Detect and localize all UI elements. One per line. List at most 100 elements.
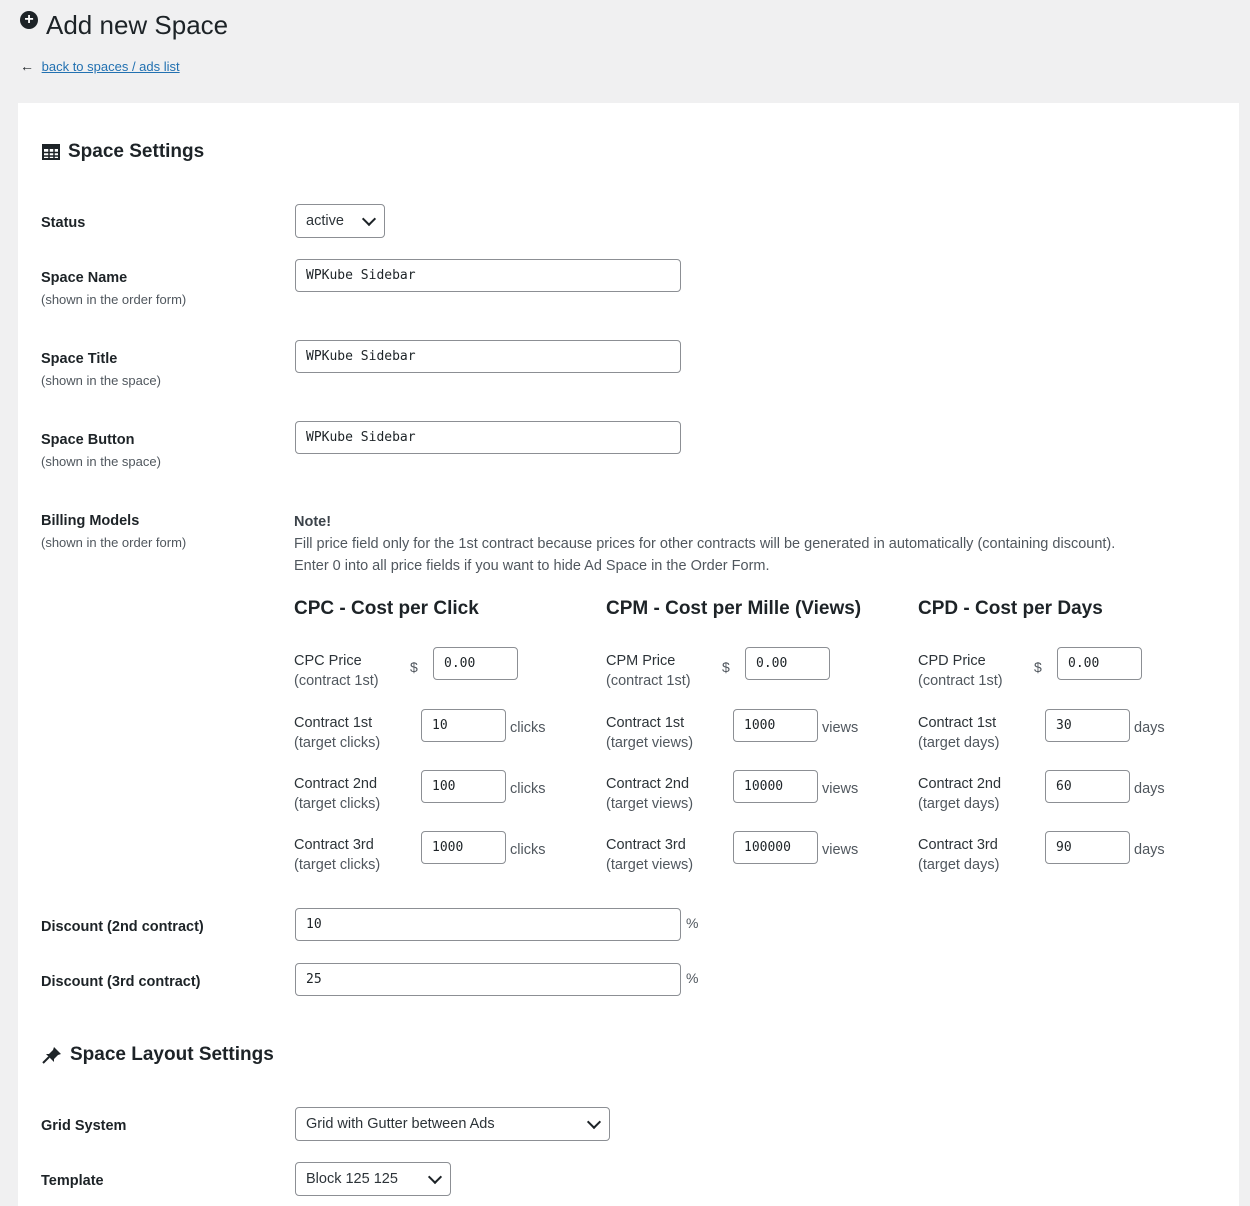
cpc-contract-3-hint: (target clicks): [294, 857, 381, 873]
settings-card: Space Settings Status active Space Name …: [18, 103, 1239, 1206]
discount-2nd-unit: %: [686, 915, 699, 931]
discount-2nd-input[interactable]: 10: [295, 908, 681, 941]
cpc-contract-3-label: Contract 3rd (target clicks): [294, 835, 380, 875]
space-button-label-text: Space Button: [41, 432, 135, 448]
cpm-contract-1-unit: views: [822, 720, 859, 736]
arrow-left-icon: ←: [20, 58, 34, 74]
cpd-contract-1-row: Contract 1st (target days) 30 days: [918, 709, 1218, 757]
chevron-down-icon: [586, 1114, 602, 1130]
cpm-contract-3-hint: (target views): [606, 857, 694, 873]
cpm-price-row: CPM Price (contract 1st) $ 0.00: [606, 647, 906, 695]
note-title: Note!: [294, 514, 332, 530]
space-button-input[interactable]: WPKube Sidebar: [295, 421, 681, 454]
template-label: Template: [41, 1173, 104, 1189]
cpc-contract-1-label-text: Contract 1st: [294, 715, 373, 731]
cpm-contract-3-row: Contract 3rd (target views) 100000 views: [606, 831, 906, 879]
cpd-contract-3-row: Contract 3rd (target days) 90 days: [918, 831, 1218, 879]
add-circle-icon: +: [20, 10, 38, 29]
cpd-contract-1-hint: (target days): [918, 735, 1000, 751]
cpm-contract-3-input[interactable]: 100000: [733, 831, 818, 864]
cpm-title: CPM - Cost per Mille (Views): [606, 598, 862, 619]
grid-system-select[interactable]: Grid with Gutter between Ads: [295, 1107, 610, 1141]
cpm-contract-2-label: Contract 2nd (target views): [606, 774, 693, 814]
cpm-price-input[interactable]: 0.00: [745, 647, 830, 680]
cpd-contract-2-hint: (target days): [918, 796, 1000, 812]
cpc-price-label: CPC Price (contract 1st): [294, 651, 379, 691]
cpm-contract-2-unit: views: [822, 781, 859, 797]
cpc-contract-3-row: Contract 3rd (target clicks) 1000 clicks: [294, 831, 594, 879]
cpd-contract-3-unit: days: [1134, 842, 1165, 858]
template-select[interactable]: Block 125 125: [295, 1162, 451, 1196]
cpd-contract-2-label: Contract 2nd (target days): [918, 774, 1001, 814]
layout-settings-heading: Space Layout Settings: [42, 1044, 274, 1066]
cpm-contract-2-row: Contract 2nd (target views) 10000 views: [606, 770, 906, 818]
page-title: + Add new Space: [20, 10, 228, 41]
cpd-title: CPD - Cost per Days: [918, 598, 1103, 619]
chevron-down-icon: [427, 1169, 443, 1185]
cpc-contract-1-label: Contract 1st (target clicks): [294, 713, 380, 753]
back-link[interactable]: back to spaces / ads list: [42, 59, 180, 74]
pin-icon: [42, 1047, 61, 1064]
cpc-price-hint: (contract 1st): [294, 673, 379, 689]
space-name-label-text: Space Name: [41, 270, 128, 286]
layout-settings-title: Space Layout Settings: [70, 1044, 274, 1065]
cpc-contract-3-input[interactable]: 1000: [421, 831, 506, 864]
cpc-title: CPC - Cost per Click: [294, 598, 479, 619]
cpc-contract-1-row: Contract 1st (target clicks) 10 clicks: [294, 709, 594, 757]
space-settings-title: Space Settings: [68, 141, 205, 162]
discount-3rd-input[interactable]: 25: [295, 963, 681, 996]
space-name-hint: (shown in the order form): [41, 292, 187, 307]
space-title-label-text: Space Title: [41, 351, 118, 367]
note-line-2: Enter 0 into all price fields if you wan…: [294, 558, 770, 574]
cpc-price-label-text: CPC Price: [294, 653, 362, 669]
chevron-down-icon: [361, 211, 377, 227]
cpm-contract-1-input[interactable]: 1000: [733, 709, 818, 742]
cpc-contract-1-hint: (target clicks): [294, 735, 381, 751]
cpd-contract-3-hint: (target days): [918, 857, 1000, 873]
cpc-contract-3-label-text: Contract 3rd: [294, 837, 374, 853]
cpm-contract-3-label: Contract 3rd (target views): [606, 835, 693, 875]
back-row: ← back to spaces / ads list: [20, 58, 180, 74]
cpm-model: CPM - Cost per Mille (Views) CPM Price (c…: [606, 598, 906, 873]
cpm-contract-3-unit: views: [822, 842, 859, 858]
grid-system-label: Grid System: [41, 1118, 126, 1134]
discount-3rd-unit: %: [686, 970, 699, 986]
discount-3rd-label-text: Discount (3rd contract): [41, 974, 201, 990]
cpd-contract-1-input[interactable]: 30: [1045, 709, 1130, 742]
cpc-price-input[interactable]: 0.00: [433, 647, 518, 680]
cpd-contract-2-label-text: Contract 2nd: [918, 776, 1002, 792]
page-heading: Add new Space: [46, 10, 229, 40]
page-header: + Add new Space: [20, 10, 228, 41]
cpd-price-hint: (contract 1st): [918, 673, 1003, 689]
discount-2nd-label: Discount (2nd contract): [41, 919, 204, 935]
cpm-price-hint: (contract 1st): [606, 673, 691, 689]
cpd-contract-2-row: Contract 2nd (target days) 60 days: [918, 770, 1218, 818]
currency-symbol: $: [1034, 659, 1042, 675]
cpd-contract-1-unit: days: [1134, 720, 1165, 736]
status-select[interactable]: active: [295, 204, 385, 238]
cpc-contract-1-unit: clicks: [510, 720, 546, 736]
cpc-contract-2-label: Contract 2nd (target clicks): [294, 774, 380, 814]
cpm-contract-1-label-text: Contract 1st: [606, 715, 685, 731]
cpm-price-label-text: CPM Price: [606, 653, 676, 669]
cpd-price-input[interactable]: 0.00: [1057, 647, 1142, 680]
space-button-hint: (shown in the space): [41, 454, 161, 469]
space-title-input[interactable]: WPKube Sidebar: [295, 340, 681, 373]
cpm-contract-1-label: Contract 1st (target views): [606, 713, 693, 753]
cpm-contract-2-input[interactable]: 10000: [733, 770, 818, 803]
cpc-contract-2-row: Contract 2nd (target clicks) 100 clicks: [294, 770, 594, 818]
space-title-hint: (shown in the space): [41, 373, 161, 388]
cpc-contract-1-input[interactable]: 10: [421, 709, 506, 742]
cpd-contract-3-input[interactable]: 90: [1045, 831, 1130, 864]
cpd-price-row: CPD Price (contract 1st) $ 0.00: [918, 647, 1218, 695]
cpc-contract-2-input[interactable]: 100: [421, 770, 506, 803]
space-name-input[interactable]: WPKube Sidebar: [295, 259, 681, 292]
template-value: Block 125 125: [306, 1171, 398, 1187]
discount-3rd-label: Discount (3rd contract): [41, 974, 201, 990]
cpd-contract-1-label-text: Contract 1st: [918, 715, 997, 731]
status-label-text: Status: [41, 215, 86, 231]
cpc-price-row: CPC Price (contract 1st) $ 0.00: [294, 647, 594, 695]
billing-hint: (shown in the order form): [41, 535, 187, 550]
space-settings-heading: Space Settings: [42, 141, 204, 163]
cpd-contract-2-input[interactable]: 60: [1045, 770, 1130, 803]
